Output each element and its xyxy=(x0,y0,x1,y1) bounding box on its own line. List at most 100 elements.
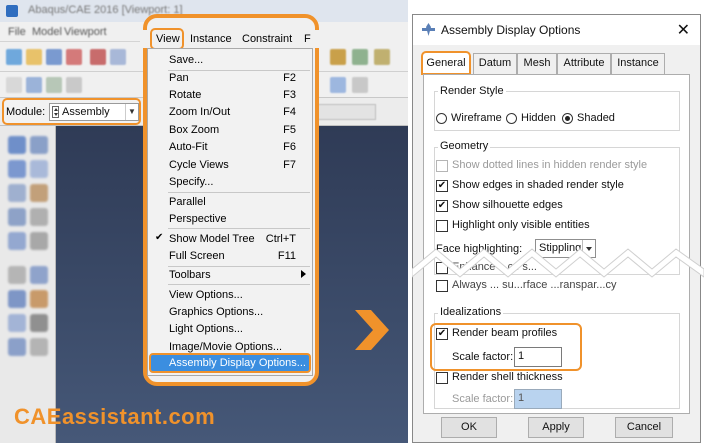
module-value: Assembly xyxy=(62,106,110,118)
menu-model[interactable]: Model xyxy=(32,26,62,38)
tool-icon[interactable] xyxy=(30,208,48,226)
radio-hidden-label: Hidden xyxy=(521,112,556,124)
menu-separator xyxy=(168,284,310,285)
checkbox-silhouette[interactable]: ✔ xyxy=(436,200,448,212)
tool-icon[interactable] xyxy=(374,49,390,65)
tool-icon[interactable] xyxy=(30,136,48,154)
tab-instance[interactable]: Instance xyxy=(611,53,665,74)
shell-scale-factor-label: Scale factor: xyxy=(452,393,514,405)
menu-item-perspective[interactable]: Perspective xyxy=(148,210,312,228)
step-select[interactable] xyxy=(316,104,376,120)
abaqus-logo-icon xyxy=(6,5,18,17)
menu-item-box-zoom[interactable]: Box Zoom F5 xyxy=(148,121,312,139)
checkbox-dotted-lines[interactable] xyxy=(436,160,448,172)
tool-icon[interactable] xyxy=(330,49,346,65)
checkbox-show-edges[interactable]: ✔ xyxy=(436,180,448,192)
tool-icon[interactable] xyxy=(66,77,82,93)
chevron-down-icon[interactable]: ▼ xyxy=(125,104,138,120)
menu-item-zoom[interactable]: Zoom In/Out F4 xyxy=(148,103,312,121)
menu-item-show-model-tree[interactable]: ✔ Show Model Tree Ctrl+T xyxy=(148,230,312,248)
shell-scale-factor-input[interactable]: 1 xyxy=(514,389,562,409)
silhouette-label: Show silhouette edges xyxy=(452,199,563,211)
tool-icon[interactable] xyxy=(8,266,26,284)
submenu-arrow-icon xyxy=(301,270,306,278)
render-style-group xyxy=(434,91,680,131)
assembly-display-options-dialog: Assembly Display Options ✕ General Datum… xyxy=(412,14,704,443)
tool-icon[interactable] xyxy=(30,266,48,284)
menu-file[interactable]: File xyxy=(8,26,26,38)
tool-icon[interactable] xyxy=(6,77,22,93)
tool-icon[interactable] xyxy=(8,338,26,356)
tool-icon[interactable] xyxy=(30,290,48,308)
watermark: CAEassistant.com xyxy=(14,404,216,429)
open-icon[interactable] xyxy=(26,49,42,65)
ok-button[interactable]: OK xyxy=(441,417,497,438)
idealizations-title: Idealizations xyxy=(438,306,504,318)
tab-general[interactable]: General xyxy=(421,51,471,75)
checkbox-render-shell-thickness[interactable] xyxy=(436,372,448,384)
menu-constraint[interactable]: Constraint xyxy=(242,33,292,45)
view-menu-highlight xyxy=(150,28,184,50)
module-select[interactable]: Assembly ▼ xyxy=(49,103,139,121)
checkbox-render-beam-profiles[interactable]: ✔ xyxy=(436,328,448,340)
tool-icon[interactable] xyxy=(30,314,48,332)
apply-button[interactable]: Apply xyxy=(528,417,584,438)
tool-icon[interactable] xyxy=(8,208,26,226)
dialog-icon xyxy=(422,23,435,36)
radio-hidden[interactable] xyxy=(506,113,517,124)
radio-shaded-label: Shaded xyxy=(577,112,615,124)
tool-icon[interactable] xyxy=(90,49,106,65)
tool-icon[interactable] xyxy=(30,184,48,202)
menu-item-view-options[interactable]: View Options... xyxy=(148,286,312,304)
tool-icon[interactable] xyxy=(352,77,368,93)
menu-item-assembly-display-options[interactable]: Assembly Display Options... xyxy=(149,353,311,373)
print-icon[interactable] xyxy=(66,49,82,65)
menu-instance[interactable]: Instance xyxy=(190,33,232,45)
menu-item-light-options[interactable]: Light Options... xyxy=(148,320,312,338)
dialog-titlebar: Assembly Display Options ✕ xyxy=(413,15,700,45)
close-icon[interactable]: ✕ xyxy=(677,20,690,40)
tool-icon[interactable] xyxy=(30,338,48,356)
menu-item-toolbars[interactable]: Toolbars xyxy=(148,266,312,284)
menu-item-cycle-views[interactable]: Cycle Views F7 xyxy=(148,156,312,174)
tab-datum[interactable]: Datum xyxy=(473,53,517,74)
module-selector-highlight: Module: Assembly ▼ xyxy=(2,98,141,125)
save-icon[interactable] xyxy=(46,49,62,65)
menu-feature[interactable]: F xyxy=(304,33,311,45)
cancel-button[interactable]: Cancel xyxy=(615,417,673,438)
tear-divider xyxy=(412,248,704,278)
tool-icon[interactable] xyxy=(8,232,26,250)
module-label: Module: xyxy=(6,106,46,118)
menu-item-rotate[interactable]: Rotate F3 xyxy=(148,86,312,104)
menu-item-parallel[interactable]: Parallel xyxy=(148,193,312,211)
render-style-title: Render Style xyxy=(438,85,506,97)
tab-attribute[interactable]: Attribute xyxy=(557,53,611,74)
menu-item-specify[interactable]: Specify... xyxy=(148,173,312,191)
tool-icon[interactable] xyxy=(8,290,26,308)
instance-icon[interactable] xyxy=(8,136,26,154)
tool-icon[interactable] xyxy=(30,232,48,250)
tool-icon[interactable] xyxy=(8,184,26,202)
tool-icon[interactable] xyxy=(8,314,26,332)
menu-item-save[interactable]: Save... xyxy=(148,51,312,69)
tool-icon[interactable] xyxy=(330,77,346,93)
menu-item-pan[interactable]: Pan F2 xyxy=(148,69,312,87)
tool-icon[interactable] xyxy=(30,160,48,178)
radio-wireframe[interactable] xyxy=(436,113,447,124)
tool-icon[interactable] xyxy=(8,160,26,178)
menu-viewport[interactable]: Viewport xyxy=(64,26,107,38)
menu-item-auto-fit[interactable]: Auto-Fit F6 xyxy=(148,138,312,156)
menu-item-graphics-options[interactable]: Graphics Options... xyxy=(148,303,312,321)
spinner-icon[interactable] xyxy=(52,106,59,118)
tool-icon[interactable] xyxy=(46,77,62,93)
tool-icon[interactable] xyxy=(110,49,126,65)
highlight-visible-label: Highlight only visible entities xyxy=(452,219,590,231)
tab-mesh[interactable]: Mesh xyxy=(517,53,557,74)
menu-item-full-screen[interactable]: Full Screen F11 xyxy=(148,247,312,265)
tool-icon[interactable] xyxy=(26,77,42,93)
beam-scale-factor-input[interactable]: 1 xyxy=(514,347,562,367)
radio-shaded[interactable] xyxy=(562,113,573,124)
new-icon[interactable] xyxy=(6,49,22,65)
tool-icon[interactable] xyxy=(352,49,368,65)
checkbox-highlight-visible[interactable] xyxy=(436,220,448,232)
